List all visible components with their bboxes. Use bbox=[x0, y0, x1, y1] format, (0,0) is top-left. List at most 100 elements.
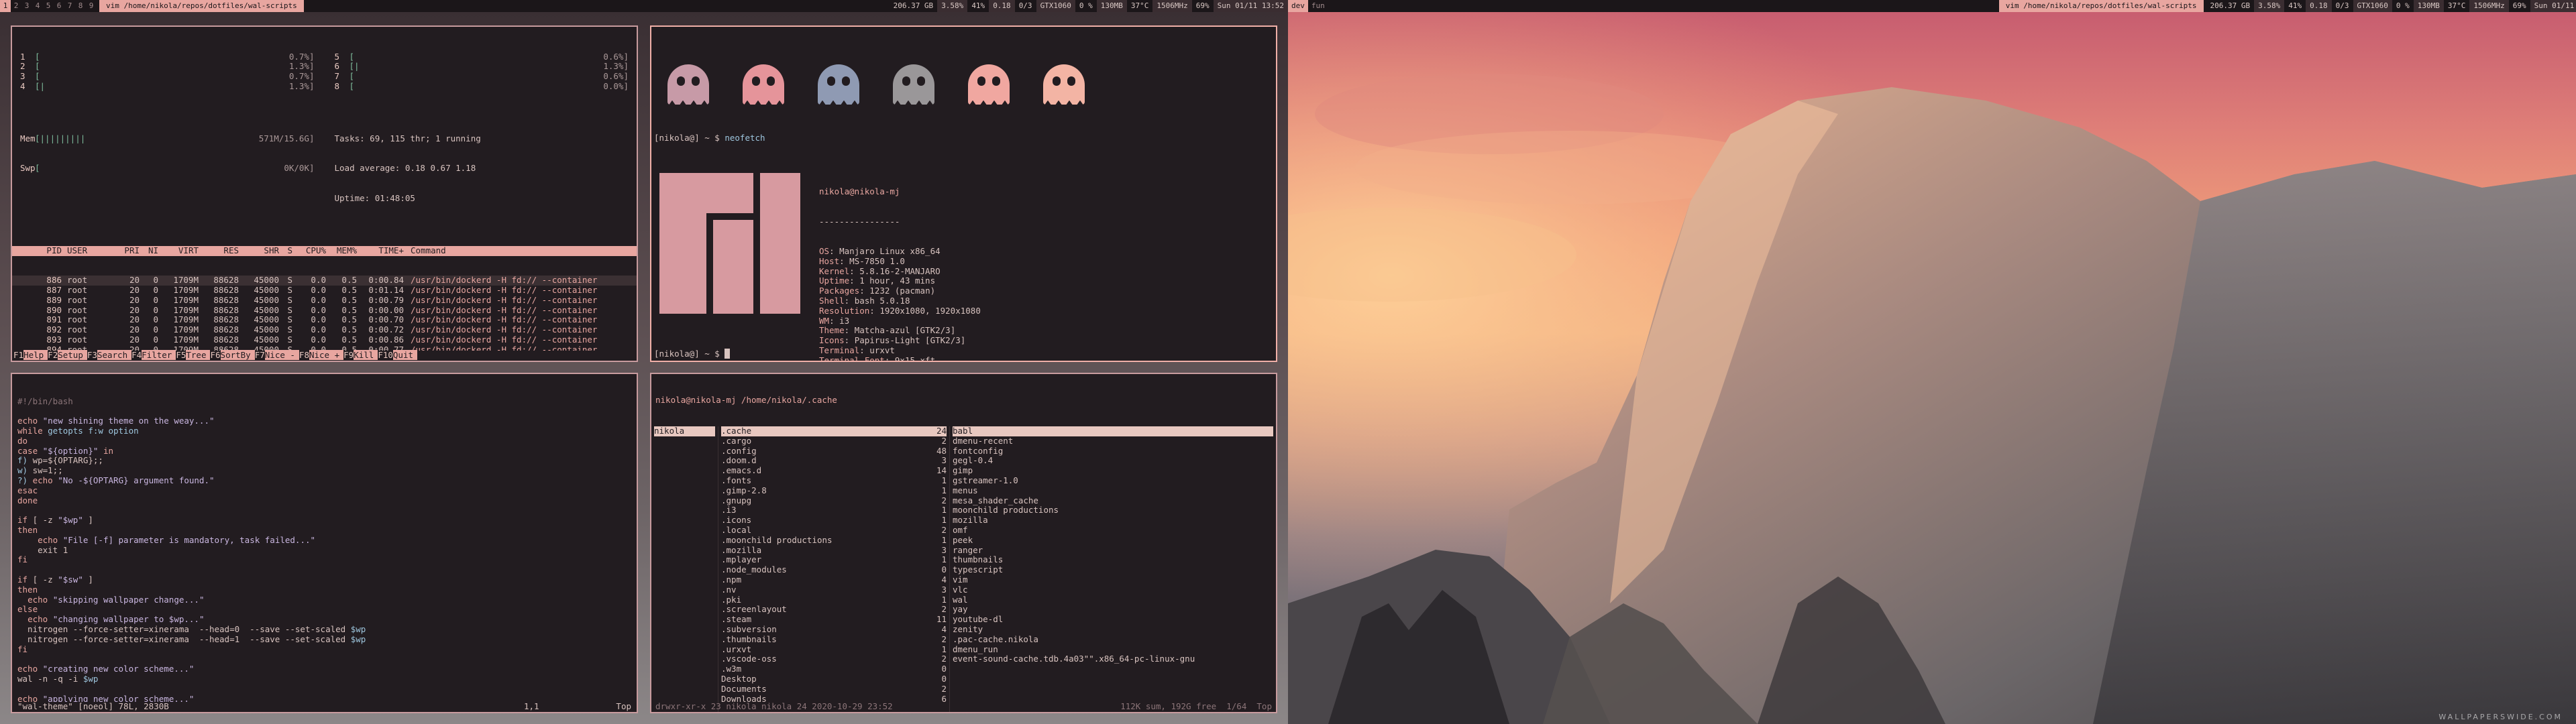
file-entry[interactable]: .cargo 2 bbox=[721, 436, 947, 446]
file-entry[interactable]: ranger bbox=[953, 545, 1273, 556]
vim-window[interactable]: #!/bin/bash echo "new shining theme on th… bbox=[11, 373, 638, 713]
file-entry[interactable]: dmenu-recent bbox=[953, 436, 1273, 446]
workspace-button[interactable]: 3 bbox=[21, 0, 32, 12]
workspace-button[interactable]: 9 bbox=[86, 0, 97, 12]
file-entry[interactable]: typescript bbox=[953, 564, 1273, 575]
file-entry[interactable]: event-sound-cache.tdb.4a03"".x86_64-pc-l… bbox=[953, 654, 1273, 664]
ranger-parent-column[interactable]: nikola bbox=[651, 426, 718, 712]
column-header[interactable]: NI bbox=[140, 245, 158, 256]
ranger-preview-column[interactable]: babl dmenu-recent fontconfig gegl-0.4 gimp gs… bbox=[950, 426, 1276, 712]
file-entry[interactable]: .pac-cache.nikola bbox=[953, 634, 1273, 645]
function-key-button[interactable]: F7Nice - bbox=[255, 350, 299, 361]
file-entry[interactable]: .icons 1 bbox=[721, 515, 947, 526]
file-entry[interactable]: mozilla bbox=[953, 515, 1273, 526]
ranger-window[interactable]: nikola@nikola-mj /home/nikola/.cache nik… bbox=[650, 373, 1277, 713]
function-key-button[interactable]: F6SortBy bbox=[210, 350, 255, 361]
file-entry[interactable]: .mplayer 1 bbox=[721, 555, 947, 565]
column-header[interactable]: RES bbox=[199, 245, 239, 256]
workspace-button[interactable]: 5 bbox=[43, 0, 54, 12]
file-entry[interactable]: .steam 11 bbox=[721, 614, 947, 625]
file-entry[interactable]: moonchild productions bbox=[953, 505, 1273, 516]
file-entry[interactable]: .subversion 4 bbox=[721, 624, 947, 635]
column-header[interactable]: TIME+ bbox=[357, 245, 404, 256]
file-entry[interactable]: babl bbox=[953, 426, 1273, 436]
file-entry[interactable]: .config 48 bbox=[721, 446, 947, 457]
process-row[interactable]: 887 root 20 0 1709M 88628 45000 S 0.0 0.5 0:01.14 /… bbox=[12, 285, 637, 296]
file-entry[interactable]: vim bbox=[953, 575, 1273, 585]
file-entry[interactable]: wal bbox=[953, 595, 1273, 605]
process-row[interactable]: 892 root 20 0 1709M 88628 45000 S 0.0 0.5 0:00.72 /… bbox=[12, 324, 637, 335]
workspace-button[interactable]: 7 bbox=[64, 0, 75, 12]
column-header[interactable]: Command bbox=[404, 246, 629, 256]
process-row[interactable]: 890 root 20 0 1709M 88628 45000 S 0.0 0.5 0:00.00 /… bbox=[12, 305, 637, 316]
file-entry[interactable]: .npm 4 bbox=[721, 575, 947, 585]
file-entry[interactable]: .pki 1 bbox=[721, 595, 947, 605]
ranger-current-column[interactable]: .cache 24 .cargo 2 .config 48 .doom.d 3 .emacs.d… bbox=[718, 426, 950, 712]
file-entry[interactable]: gegl-0.4 bbox=[953, 456, 1273, 466]
htop-function-keys[interactable]: F1Help F2Setup F3Search F4Filter F5Tree F6Sor… bbox=[12, 350, 637, 361]
file-entry[interactable]: .mozilla 3 bbox=[721, 545, 947, 556]
function-key-button[interactable]: F9Kill bbox=[343, 350, 378, 361]
neofetch-window[interactable]: [nikola@] ~ $ neofetch nikola@nikola-mj … bbox=[650, 25, 1277, 362]
file-entry[interactable]: .doom.d 3 bbox=[721, 456, 947, 466]
workspace-button[interactable]: 2 bbox=[11, 0, 21, 12]
function-key-button[interactable]: F4Filter bbox=[131, 350, 176, 361]
workspace-button[interactable]: fun bbox=[1308, 0, 1328, 12]
process-row[interactable]: 889 root 20 0 1709M 88628 45000 S 0.0 0.5 0:00.79 /… bbox=[12, 295, 637, 306]
file-entry[interactable]: omf bbox=[953, 525, 1273, 536]
file-entry[interactable]: .screenlayout 2 bbox=[721, 605, 947, 615]
column-header[interactable]: SHR bbox=[239, 245, 279, 256]
process-table-header[interactable]: PID USER PRI NI VIRT RES SHR S CPU% MEM% TIME+ Comm… bbox=[12, 245, 637, 256]
workspace-button[interactable]: 6 bbox=[54, 0, 64, 12]
file-entry[interactable]: .fonts 1 bbox=[721, 475, 947, 486]
column-header[interactable]: MEM% bbox=[326, 245, 357, 256]
file-entry[interactable]: yay bbox=[953, 605, 1273, 615]
file-entry[interactable]: fontconfig bbox=[953, 446, 1273, 457]
file-entry[interactable]: gstreamer-1.0 bbox=[953, 475, 1273, 486]
workspace-button[interactable]: 4 bbox=[32, 0, 43, 12]
file-entry[interactable]: .node_modules 0 bbox=[721, 564, 947, 575]
workspace-button[interactable]: 1 bbox=[0, 0, 11, 12]
file-entry[interactable]: dmenu_run bbox=[953, 644, 1273, 655]
function-key-button[interactable]: F8Nice + bbox=[299, 350, 344, 361]
vim-editor-buffer[interactable]: #!/bin/bash echo "new shining theme on th… bbox=[12, 394, 637, 707]
function-key-button[interactable]: F1Help bbox=[13, 350, 48, 361]
file-entry[interactable]: Desktop 0 bbox=[721, 674, 947, 684]
file-entry[interactable]: .emacs.d 14 bbox=[721, 465, 947, 476]
file-entry[interactable]: vlc bbox=[953, 585, 1273, 595]
workspace-button[interactable]: 8 bbox=[75, 0, 86, 12]
process-row[interactable]: 886 root 20 0 1709M 88628 45000 S 0.0 0.5 0:00.84 /… bbox=[12, 275, 637, 286]
column-header[interactable]: VIRT bbox=[158, 245, 199, 256]
file-entry[interactable]: .local 2 bbox=[721, 525, 947, 536]
file-entry[interactable]: mesa_shader_cache bbox=[953, 495, 1273, 506]
htop-window[interactable]: 1 [0.7%] 2 [1.3%] 3 [0.7%] 4 [| 1.3%] 5 [0.6%] 6 [|… bbox=[11, 25, 638, 362]
file-entry[interactable]: nikola bbox=[654, 426, 715, 436]
file-entry[interactable]: .urxvt 1 bbox=[721, 644, 947, 655]
file-entry[interactable]: peek bbox=[953, 535, 1273, 546]
file-entry[interactable]: .gnupg 2 bbox=[721, 495, 947, 506]
function-key-button[interactable]: F3Search bbox=[87, 350, 132, 361]
file-entry[interactable]: .nv 3 bbox=[721, 585, 947, 595]
file-entry[interactable]: .cache 24 bbox=[721, 426, 947, 436]
file-entry[interactable]: youtube-dl bbox=[953, 614, 1273, 625]
workspace-button[interactable]: dev bbox=[1288, 0, 1308, 12]
file-entry[interactable]: zenity bbox=[953, 624, 1273, 635]
column-header[interactable]: CPU% bbox=[292, 245, 326, 256]
column-header[interactable]: S bbox=[279, 245, 292, 256]
function-key-button[interactable]: F2Setup bbox=[48, 350, 87, 361]
column-header[interactable]: USER bbox=[62, 245, 117, 256]
column-header[interactable]: PRI bbox=[117, 245, 140, 256]
file-entry[interactable]: thumbnails bbox=[953, 555, 1273, 565]
column-header[interactable]: PID bbox=[20, 245, 62, 256]
file-entry[interactable]: gimp bbox=[953, 465, 1273, 476]
file-entry[interactable]: menus bbox=[953, 485, 1273, 496]
file-entry[interactable]: .moonchild productions 1 bbox=[721, 535, 947, 546]
function-key-button[interactable]: F5Tree bbox=[176, 350, 211, 361]
file-entry[interactable]: .i3 1 bbox=[721, 505, 947, 516]
process-row[interactable]: 891 root 20 0 1709M 88628 45000 S 0.0 0.5 0:00.70 /… bbox=[12, 315, 637, 325]
file-entry[interactable]: .gimp-2.8 1 bbox=[721, 485, 947, 496]
file-entry[interactable]: .thumbnails 2 bbox=[721, 634, 947, 645]
file-entry[interactable]: Documents 2 bbox=[721, 684, 947, 695]
file-entry[interactable]: .w3m 0 bbox=[721, 664, 947, 674]
process-table[interactable]: 886 root 20 0 1709M 88628 45000 S 0.0 0.5 0:00.84 /… bbox=[12, 275, 637, 361]
